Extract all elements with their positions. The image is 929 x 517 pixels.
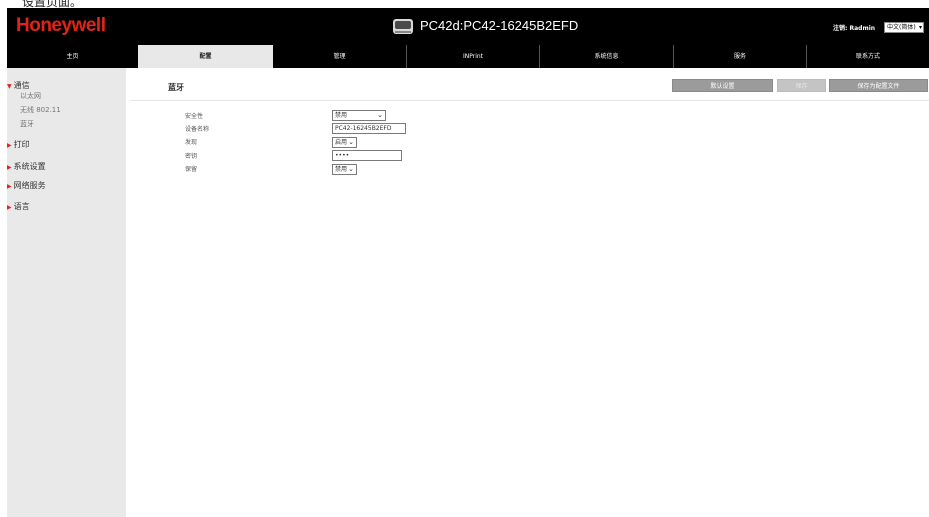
device-name-label: 设备名称: [185, 126, 210, 133]
chevron-down-icon: ▾: [918, 24, 922, 31]
language-select-value: 中文(简体): [887, 24, 916, 31]
sidebar-item-label: 网络服务: [13, 181, 46, 190]
device-name-value: PC42-16245B2EFD: [335, 125, 392, 132]
printer-icon: [393, 19, 413, 34]
device-name-field[interactable]: PC42-16245B2EFD: [332, 123, 406, 134]
sidebar-subitem-bluetooth[interactable]: 蓝牙: [20, 119, 34, 129]
caret-right-icon: ▶: [7, 164, 12, 171]
tab-system-info[interactable]: 系统信息: [539, 45, 673, 68]
honeywell-logo: Honeywell: [16, 15, 106, 36]
caret-right-icon: ▶: [7, 183, 12, 190]
sidebar: ▼ 通信 以太网 无线 802.11 蓝牙 ▶ 打印 ▶ 系统设置 ▶ 网络服务 ▶ 语言: [7, 68, 126, 517]
sidebar-item-label: 打印: [13, 140, 30, 149]
sidebar-subitem-wireless[interactable]: 无线 802.11: [20, 105, 61, 115]
sidebar-item-label: 语言: [13, 202, 30, 211]
caret-right-icon: ▶: [7, 142, 12, 149]
tab-home[interactable]: 主页: [7, 45, 138, 68]
tab-service[interactable]: 服务: [673, 45, 806, 68]
main-nav: 主页 配置 管理 INPrint 系统信息 服务 联系方式: [7, 45, 929, 68]
retain-select[interactable]: 禁用 ⌄: [332, 164, 357, 175]
save-as-config-button[interactable]: 保存为配置文件: [829, 79, 928, 92]
key-password-value: ••••: [335, 152, 350, 159]
security-select-value: 禁用: [335, 112, 348, 119]
top-strip: 设置页面。: [0, 0, 929, 9]
tab-manage[interactable]: 管理: [273, 45, 406, 68]
key-password-field[interactable]: ••••: [332, 150, 402, 161]
device-title: PC42d:PC42-16245B2EFD: [420, 18, 579, 33]
default-settings-button[interactable]: 默认设置: [672, 79, 773, 92]
chevron-down-icon: ⌄: [348, 138, 354, 146]
language-select[interactable]: 中文(简体) ▾: [884, 22, 924, 33]
chevron-down-icon: ⌄: [377, 111, 383, 119]
discovery-select-value: 启用: [335, 139, 348, 146]
sidebar-item-label: 通信: [13, 81, 30, 90]
discovery-label: 发现: [185, 139, 198, 146]
sidebar-item-label: 系统设置: [13, 162, 46, 171]
security-select[interactable]: 禁用 ⌄: [332, 110, 386, 121]
retain-select-value: 禁用: [335, 166, 348, 173]
discovery-select[interactable]: 启用 ⌄: [332, 137, 357, 148]
page-title: 蓝牙: [168, 83, 184, 92]
security-label: 安全性: [185, 113, 204, 120]
caret-down-icon: ▼: [7, 83, 12, 90]
caret-right-icon: ▶: [7, 204, 12, 211]
logout-link[interactable]: 注销: Radmin: [833, 23, 875, 32]
sidebar-item-language[interactable]: ▶ 语言: [7, 201, 30, 212]
sidebar-item-system-settings[interactable]: ▶ 系统设置: [7, 161, 46, 172]
sidebar-item-print[interactable]: ▶ 打印: [7, 139, 30, 150]
sidebar-item-communication[interactable]: ▼ 通信: [7, 80, 30, 91]
chevron-down-icon: ⌄: [348, 165, 354, 173]
tab-inprint[interactable]: INPrint: [406, 45, 539, 68]
header-bar: Honeywell PC42d:PC42-16245B2EFD 注销: Radm…: [7, 8, 929, 45]
sidebar-item-network-services[interactable]: ▶ 网络服务: [7, 180, 46, 191]
save-button[interactable]: 保存: [777, 79, 826, 92]
sidebar-subitem-ethernet[interactable]: 以太网: [20, 91, 41, 101]
tab-config[interactable]: 配置: [138, 45, 273, 68]
section-header: 蓝牙 默认设置 保存 保存为配置文件: [130, 74, 929, 101]
key-label: 密钥: [185, 153, 198, 160]
retain-label: 保留: [185, 166, 198, 173]
tab-contact[interactable]: 联系方式: [806, 45, 929, 68]
